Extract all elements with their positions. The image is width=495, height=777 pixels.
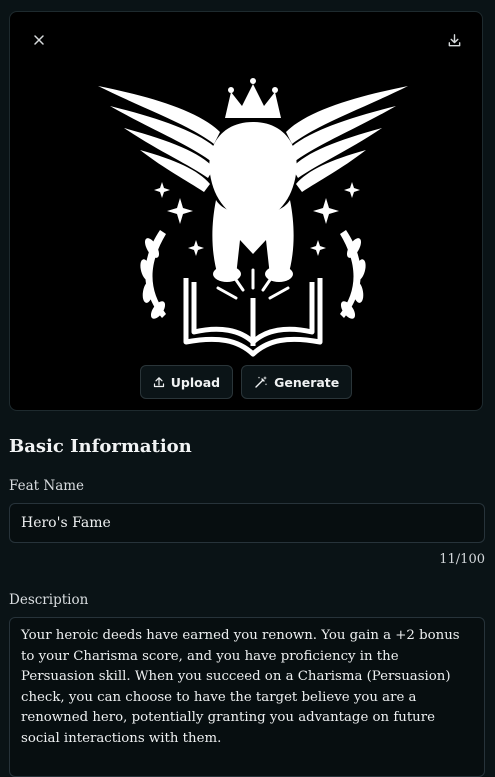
- feat-name-input[interactable]: [9, 503, 485, 543]
- feat-image-panel: Upload Generate: [9, 11, 483, 411]
- close-icon: [34, 35, 44, 45]
- upload-icon: [153, 377, 164, 388]
- image-actions: Upload Generate: [10, 365, 482, 399]
- description-label: Description: [9, 592, 89, 608]
- upload-button[interactable]: Upload: [139, 365, 234, 399]
- section-title: Basic Information: [9, 436, 192, 457]
- description-textarea[interactable]: Your heroic deeds have earned you renown…: [9, 617, 485, 777]
- feat-name-label: Feat Name: [9, 478, 85, 494]
- download-icon: [448, 33, 460, 46]
- generate-label: Generate: [274, 374, 340, 390]
- close-button[interactable]: [27, 28, 51, 52]
- feat-name-char-count: 11/100: [439, 552, 485, 567]
- generate-button[interactable]: Generate: [241, 365, 353, 399]
- download-button[interactable]: [442, 28, 466, 52]
- upload-label: Upload: [170, 374, 221, 390]
- magic-wand-icon: [255, 376, 268, 388]
- winged-lion-emblem-icon: [98, 78, 408, 357]
